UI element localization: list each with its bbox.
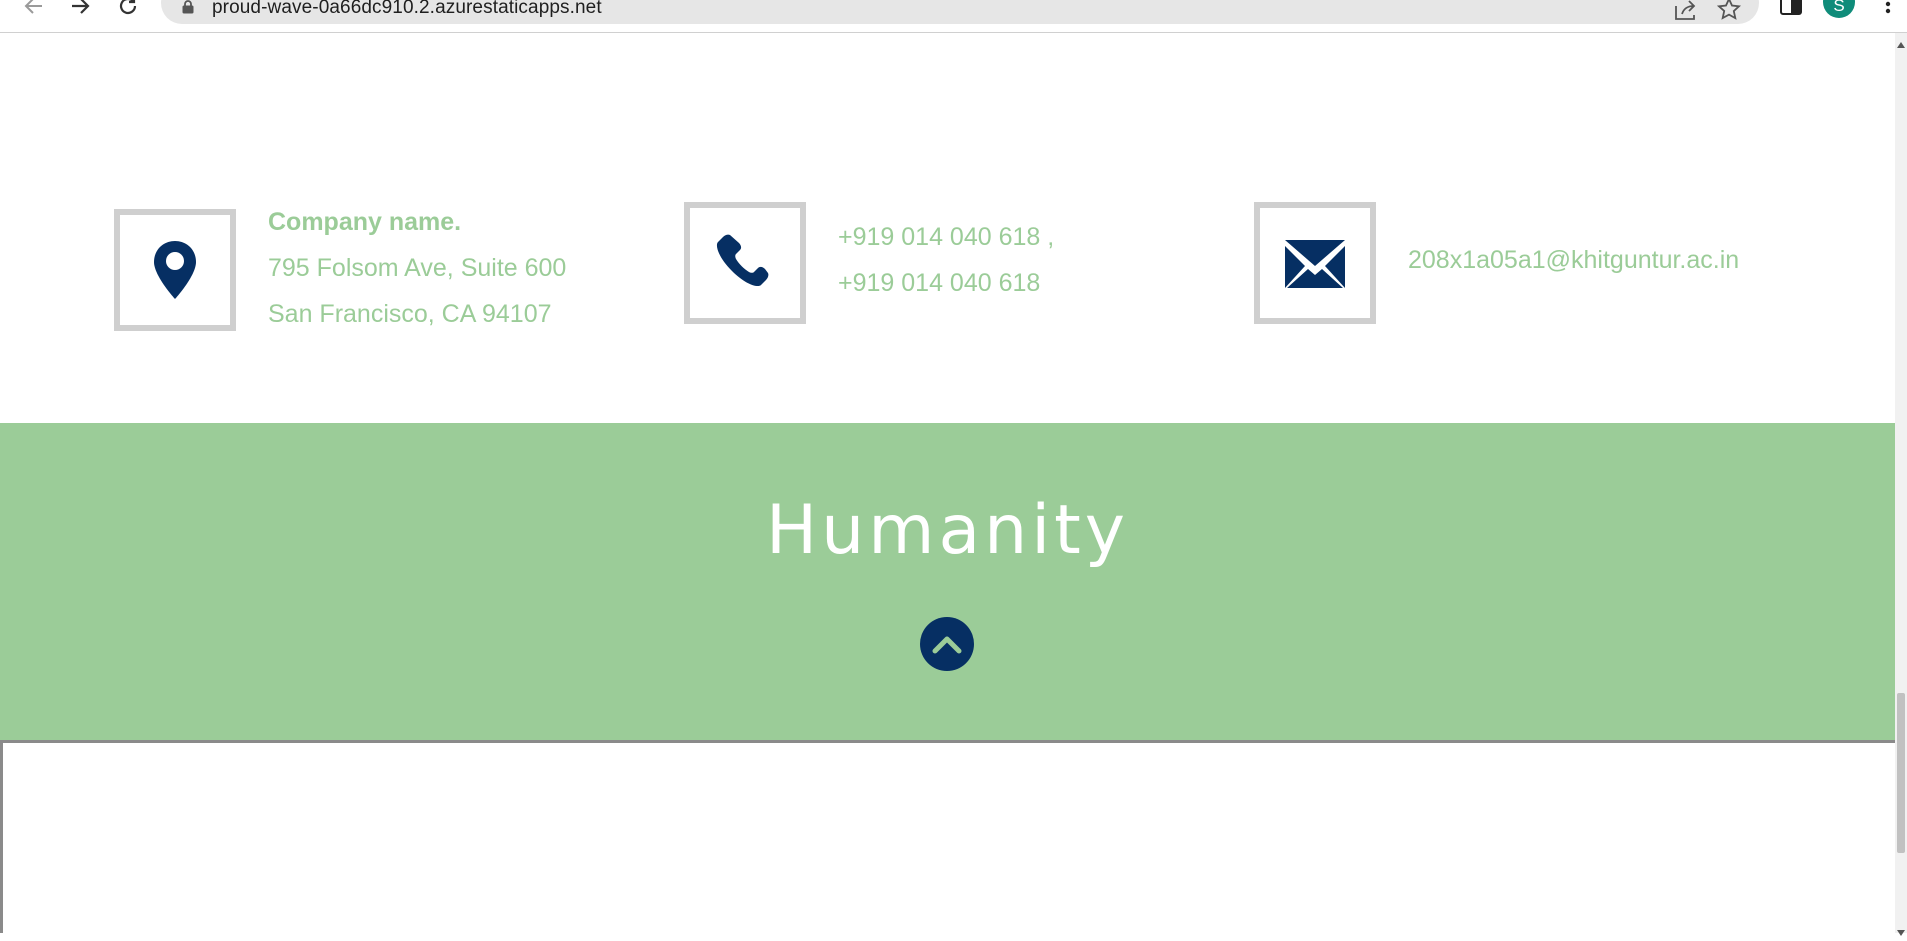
footer-band: Humanity: [0, 423, 1895, 743]
browser-toolbar: proud-wave-0a66dc910.2.azurestaticapps.n…: [0, 0, 1907, 33]
reload-button[interactable]: [114, 0, 142, 20]
phone-block: +919 014 040 618 , +919 014 040 618: [838, 214, 1054, 306]
email-icon-box: [1254, 202, 1376, 324]
star-icon[interactable]: [1716, 0, 1742, 26]
address-icon-box: [114, 209, 236, 331]
url-text[interactable]: proud-wave-0a66dc910.2.azurestaticapps.n…: [212, 0, 602, 19]
phone-line-2[interactable]: +919 014 040 618: [838, 260, 1054, 306]
share-icon[interactable]: [1673, 0, 1697, 26]
address-bar[interactable]: proud-wave-0a66dc910.2.azurestaticapps.n…: [161, 0, 1759, 24]
footer-brand[interactable]: Humanity: [0, 491, 1895, 570]
page-viewport: Company name. 795 Folsom Ave, Suite 600 …: [0, 33, 1895, 933]
forward-button[interactable]: [66, 0, 94, 20]
kebab-menu-icon[interactable]: [1885, 0, 1891, 19]
chevron-up-icon: [932, 636, 962, 654]
vertical-scrollbar[interactable]: [1895, 33, 1907, 936]
phone-icon: [716, 234, 769, 287]
profile-avatar[interactable]: S: [1823, 0, 1855, 18]
email-address[interactable]: 208x1a05a1@khitguntur.ac.in: [1408, 237, 1739, 283]
reload-icon: [119, 0, 137, 15]
empty-page-area: [0, 743, 1895, 933]
scroll-down-arrow-icon[interactable]: [1897, 923, 1905, 941]
back-button[interactable]: [20, 0, 48, 20]
envelope-icon: [1285, 240, 1345, 288]
scroll-thumb[interactable]: [1897, 693, 1905, 853]
phone-icon-box: [684, 202, 806, 324]
contact-section: Company name. 795 Folsom Ave, Suite 600 …: [0, 33, 1895, 423]
phone-line-1[interactable]: +919 014 040 618 ,: [838, 214, 1054, 260]
arrow-left-icon: [24, 0, 42, 14]
address-city: San Francisco, CA 94107: [268, 300, 552, 328]
map-pin-icon: [154, 241, 196, 299]
email-block: 208x1a05a1@khitguntur.ac.in: [1408, 237, 1739, 283]
back-to-top-button[interactable]: [920, 617, 974, 671]
scroll-up-arrow-icon[interactable]: [1897, 35, 1905, 53]
lock-icon[interactable]: [181, 0, 195, 19]
arrow-right-icon: [72, 0, 90, 14]
address-block: Company name. 795 Folsom Ave, Suite 600 …: [268, 199, 566, 337]
address-street: 795 Folsom Ave, Suite 600: [268, 254, 567, 282]
company-name: Company name.: [268, 208, 462, 236]
side-panel-icon[interactable]: [1779, 0, 1803, 21]
